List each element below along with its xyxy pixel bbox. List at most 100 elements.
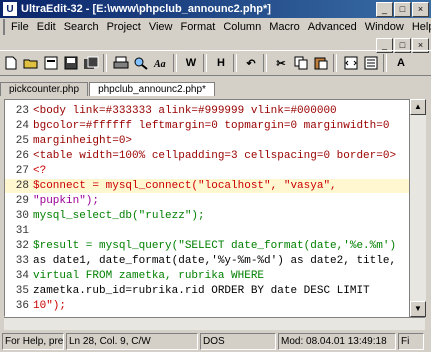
toolbar-separator — [383, 54, 387, 72]
find-icon[interactable] — [132, 54, 150, 72]
code-line[interactable]: 26 <table width=100% cellpadding=3 cellsp… — [5, 149, 409, 163]
tab-pickcounter[interactable]: pickcounter.php — [0, 82, 89, 96]
menu-window[interactable]: Window — [361, 21, 408, 33]
code-line[interactable]: 27 <? — [5, 164, 409, 178]
menu-file[interactable]: File — [7, 21, 33, 33]
file-tabs: pickcounter.php phpclub_announc2.php* — [0, 80, 431, 96]
code-line[interactable]: 31 — [5, 224, 409, 238]
save-all-icon[interactable] — [82, 54, 100, 72]
status-modified: Mod: 08.04.01 13:49:18 — [278, 333, 396, 350]
line-number: 24 — [15, 120, 29, 132]
open-folder-icon[interactable] — [22, 54, 40, 72]
ultraedit-app-icon[interactable]: U — [3, 2, 17, 16]
tab-phpclub-announc2[interactable]: phpclub_announc2.php* — [89, 82, 215, 96]
status-encoding: DOS — [200, 333, 276, 350]
code-line[interactable]: 32 $result = mysql_query("SELECT date_for… — [5, 239, 409, 253]
line-numbers-icon[interactable] — [362, 54, 380, 72]
svg-text:Aa: Aa — [153, 59, 166, 70]
code-line[interactable]: 34 virtual FROM zametka, rubrika WHERE — [5, 269, 409, 283]
scroll-up-icon[interactable]: ▲ — [410, 99, 426, 115]
paste-icon[interactable] — [312, 54, 330, 72]
cut-icon[interactable]: ✂ — [272, 54, 290, 72]
window-controls: _ □ × — [375, 2, 429, 17]
code-line[interactable]: 24 bgcolor=#ffffff leftmargin=0 topmargin… — [5, 119, 409, 133]
vertical-scrollbar[interactable]: ▲ ▼ — [409, 99, 426, 317]
code-editor[interactable]: 23 <body link=#333333 alink=#999999 vlink… — [4, 99, 410, 317]
toolbar-separator — [173, 54, 177, 72]
line-number: 36 — [15, 300, 29, 312]
toolbar-separator — [333, 54, 337, 72]
undo-icon[interactable]: ↶ — [242, 54, 260, 72]
word-wrap-icon[interactable]: W — [182, 54, 200, 72]
status-file-size: Fi — [398, 333, 424, 350]
line-text: 10"); — [33, 300, 67, 312]
save-icon[interactable] — [62, 54, 80, 72]
menu-bar: File Edit Search Project View Format Col… — [0, 18, 431, 36]
code-line[interactable]: 29 "pupkin"); — [5, 194, 409, 208]
line-text: <? — [33, 165, 47, 177]
line-text: <body link=#333333 alink=#999999 vlink=#… — [33, 105, 337, 117]
line-text: bgcolor=#ffffff leftmargin=0 topmargin=0… — [33, 120, 390, 132]
close-file-icon[interactable] — [42, 54, 60, 72]
menu-format[interactable]: Format — [176, 21, 219, 33]
line-number: 28 — [15, 180, 29, 192]
font-icon[interactable]: A — [392, 54, 410, 72]
code-line[interactable]: 35 zametka.rub_id=rubrika.rid ORDER BY da… — [5, 284, 409, 298]
line-number: 26 — [15, 150, 29, 162]
code-line[interactable]: 33 as date1, date_format(date,'%y-%m-%d')… — [5, 254, 409, 268]
menu-view[interactable]: View — [145, 21, 177, 33]
line-text: $result = mysql_query("SELECT date_forma… — [33, 240, 397, 252]
html-tags-icon[interactable] — [342, 54, 360, 72]
copy-icon[interactable] — [292, 54, 310, 72]
toolbar-separator — [263, 54, 267, 72]
toolbar-separator — [233, 54, 237, 72]
hex-mode-icon[interactable]: H — [212, 54, 230, 72]
code-line[interactable]: 28 $connect = mysql_connect("localhost", … — [5, 179, 409, 193]
menu-edit[interactable]: Edit — [33, 21, 60, 33]
minimize-button[interactable]: _ — [376, 2, 393, 17]
status-help: For Help, press F1 — [2, 333, 64, 350]
code-line[interactable]: 25 marginheight=0> — [5, 134, 409, 148]
code-line[interactable]: 23 <body link=#333333 alink=#999999 vlink… — [5, 104, 409, 118]
line-text: zametka.rub_id=rubrika.rid ORDER BY date… — [33, 285, 370, 297]
line-number: 33 — [15, 255, 29, 267]
close-button[interactable]: × — [412, 2, 429, 17]
line-number: 27 — [15, 165, 29, 177]
main-toolbar: Aa W H ↶ ✂ A — [0, 50, 431, 76]
status-position: Ln 28, Col. 9, C/W — [66, 333, 198, 350]
spelling-icon[interactable]: Aa — [152, 54, 170, 72]
scroll-down-icon[interactable]: ▼ — [410, 301, 426, 317]
line-text: "pupkin"); — [33, 195, 100, 207]
line-text: mysql_select_db("rulezz"); — [33, 210, 205, 222]
status-bar: For Help, press F1 Ln 28, Col. 9, C/W DO… — [0, 331, 431, 352]
line-number: 25 — [15, 135, 29, 147]
line-number: 31 — [15, 225, 29, 237]
print-icon[interactable] — [112, 54, 130, 72]
menu-help[interactable]: Help — [408, 21, 431, 33]
line-number: 35 — [15, 285, 29, 297]
title-bar: U UltraEdit-32 - [E:\www\phpclub_announc… — [0, 0, 431, 18]
line-number: 32 — [15, 240, 29, 252]
window-title: UltraEdit-32 - [E:\www\phpclub_announc2.… — [21, 3, 271, 15]
document-icon[interactable] — [3, 19, 5, 35]
code-line[interactable]: 30 mysql_select_db("rulezz"); — [5, 209, 409, 223]
horizontal-scrollbar[interactable] — [4, 317, 425, 330]
toolbar-separator — [103, 54, 107, 72]
line-number: 30 — [15, 210, 29, 222]
line-text: virtual FROM zametka, rubrika WHERE — [33, 270, 265, 282]
line-text: <table width=100% cellpadding=3 cellspac… — [33, 150, 397, 162]
new-file-icon[interactable] — [2, 54, 20, 72]
menu-macro[interactable]: Macro — [265, 21, 304, 33]
maximize-button[interactable]: □ — [394, 2, 411, 17]
line-number: 34 — [15, 270, 29, 282]
line-text: $connect = mysql_connect("localhost", "v… — [33, 180, 337, 192]
line-text: as date1, date_format(date,'%y-%m-%d') a… — [33, 255, 397, 267]
menu-search[interactable]: Search — [60, 21, 103, 33]
menu-advanced[interactable]: Advanced — [304, 21, 361, 33]
menu-column[interactable]: Column — [219, 21, 265, 33]
menu-project[interactable]: Project — [103, 21, 145, 33]
toolbar-separator — [203, 54, 207, 72]
line-number: 23 — [15, 105, 29, 117]
code-line[interactable]: 36 10"); — [5, 299, 409, 313]
line-number: 29 — [15, 195, 29, 207]
